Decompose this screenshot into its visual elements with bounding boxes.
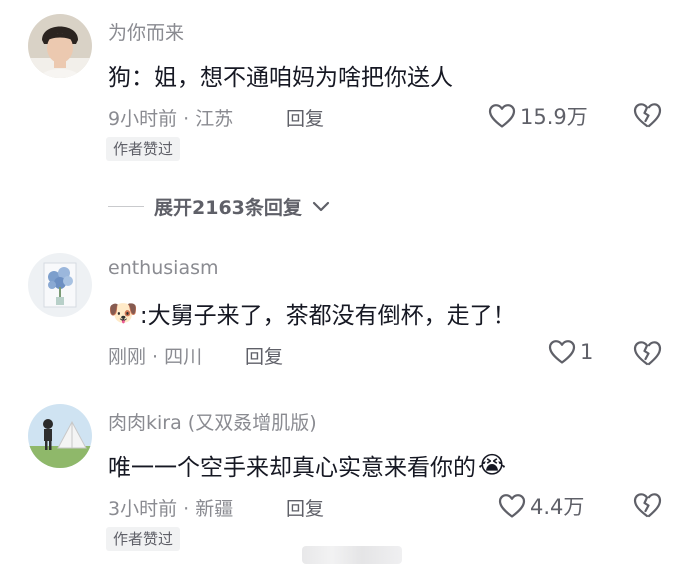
crying-emoji: 😭 (478, 451, 507, 479)
watermark (302, 546, 402, 564)
comment-text-content: 狗：姐，想不通咱妈为啥把你送人 (108, 65, 453, 91)
comment-text: 🐶 :大舅子来了，茶都没有倒杯，走了！ (108, 296, 516, 330)
avatar[interactable] (28, 404, 92, 468)
comment-time-location: 9小时前 · 江苏 (108, 108, 234, 130)
comment-text-content: :大舅子来了，茶都没有倒杯，走了！ (139, 303, 516, 329)
comment-username[interactable]: 为你而来 (108, 18, 184, 45)
comment-item: 为你而来 狗：姐，想不通咱妈为啥把你送人 9小时前 · 江苏 回复 作者赞过 1… (0, 0, 690, 170)
like-button[interactable]: 15.9万 (488, 101, 588, 131)
comment-time-location: 3小时前 · 新疆 (108, 498, 234, 520)
comment-username[interactable]: 肉肉kira (又双叒增肌版) (108, 408, 317, 435)
broken-heart-icon[interactable] (632, 490, 662, 520)
heart-outline-icon (548, 340, 576, 364)
broken-heart-icon[interactable] (632, 338, 662, 368)
reply-button[interactable]: 回复 (245, 342, 283, 369)
comment-time-location: 刚刚 · 四川 (108, 346, 203, 368)
reply-button[interactable]: 回复 (286, 494, 324, 521)
broken-heart-icon[interactable] (632, 100, 662, 130)
comment-text: 唯一一个空手来却真心实意来看你的 😭 (108, 448, 506, 482)
like-count: 4.4万 (530, 495, 585, 519)
comment-item: 肉肉kira (又双叒增肌版) 唯一一个空手来却真心实意来看你的 😭 3小时前 … (0, 390, 690, 555)
author-liked-badge: 作者赞过 (106, 137, 181, 161)
chevron-down-icon (312, 201, 329, 211)
expand-replies-label: 展开2163条回复 (154, 197, 302, 219)
comment-username[interactable]: enthusiasm (108, 257, 219, 279)
like-count: 15.9万 (520, 105, 588, 129)
expand-replies-button[interactable]: 展开2163条回复 (108, 193, 330, 220)
author-liked-badge: 作者赞过 (106, 527, 181, 551)
reply-button[interactable]: 回复 (286, 104, 324, 131)
avatar[interactable] (28, 14, 92, 78)
like-count: 1 (580, 340, 594, 364)
like-button[interactable]: 1 (548, 339, 593, 365)
heart-outline-icon (488, 104, 516, 128)
comment-text: 狗：姐，想不通咱妈为啥把你送人 (108, 58, 453, 92)
heart-outline-icon (498, 494, 526, 518)
comment-item: enthusiasm 🐶 :大舅子来了，茶都没有倒杯，走了！ 刚刚 · 四川 回… (0, 240, 690, 380)
expand-divider (108, 206, 144, 207)
comment-text-content: 唯一一个空手来却真心实意来看你的 (108, 455, 476, 481)
dog-emoji: 🐶 (108, 299, 138, 327)
like-button[interactable]: 4.4万 (498, 491, 584, 521)
avatar[interactable] (28, 253, 92, 317)
